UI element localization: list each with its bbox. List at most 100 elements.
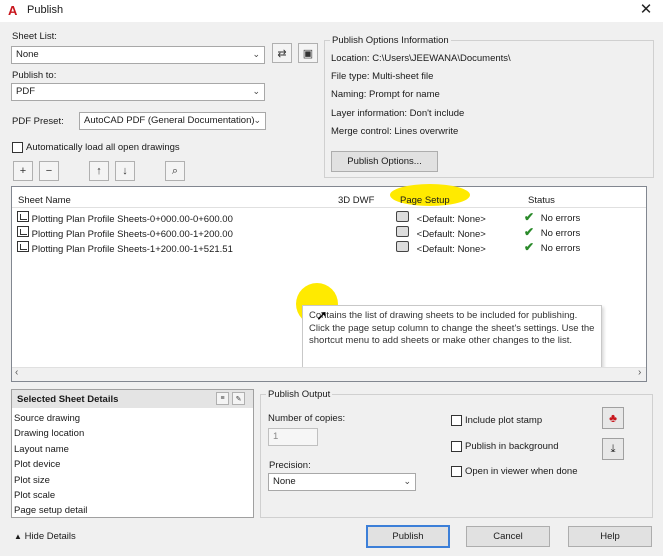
- details-item: Source drawing: [14, 413, 81, 424]
- window-title: Publish: [27, 4, 64, 16]
- move-down-icon[interactable]: ↓: [115, 161, 135, 181]
- status-text: No errors: [540, 228, 581, 239]
- sheet-name: Plotting Plan Profile Sheets-0+600.00-1+…: [31, 229, 233, 240]
- auto-load-label: Automatically load all open drawings: [26, 142, 180, 153]
- info-layer: Layer information: Don't include: [331, 108, 465, 119]
- scroll-right-icon[interactable]: ›: [638, 367, 641, 378]
- info-merge: Merge control: Lines overwrite: [331, 126, 459, 137]
- close-icon[interactable]: ✕: [637, 1, 655, 19]
- chevron-down-icon: ⌄: [252, 86, 260, 96]
- copies-value: 1: [273, 431, 279, 442]
- page-setup-cell[interactable]: <Default: None>: [396, 241, 486, 255]
- sheet-icon: [17, 211, 29, 222]
- publish-options-button[interactable]: Publish Options...: [331, 151, 438, 172]
- publish-background-checkbox[interactable]: [451, 441, 462, 452]
- load-sheet-list-icon[interactable]: ⇄: [272, 43, 292, 63]
- open-viewer-label: Open in viewer when done: [465, 466, 578, 477]
- pdf-preset-value: AutoCAD PDF (General Documentation): [84, 115, 255, 126]
- chevron-down-icon: ⌄: [252, 49, 260, 59]
- details-item: Drawing location: [14, 428, 85, 439]
- table-row[interactable]: Plotting Plan Profile Sheets-0+600.00-1+…: [17, 226, 233, 240]
- details-edit-icon[interactable]: ✎: [232, 392, 245, 405]
- check-icon: ✔: [524, 225, 535, 239]
- publish-output-title: Publish Output: [266, 389, 333, 400]
- open-viewer-checkbox[interactable]: [451, 466, 462, 477]
- mouse-cursor-icon: ➚: [316, 307, 328, 323]
- header-divider: [12, 207, 646, 208]
- col-sheet-name[interactable]: Sheet Name: [18, 195, 71, 206]
- publish-background-label: Publish in background: [465, 441, 559, 452]
- info-location: Location: C:\Users\JEEWANA\Documents\: [331, 53, 511, 64]
- chevron-down-icon: ⌄: [403, 476, 411, 486]
- copies-label: Number of copies:: [268, 413, 346, 424]
- sheet-list-label: Sheet List:: [12, 31, 57, 42]
- hide-details-label: Hide Details: [24, 531, 76, 542]
- precision-dropdown[interactable]: None ⌄: [268, 473, 416, 491]
- details-item: Plot device: [14, 459, 61, 470]
- table-row[interactable]: Plotting Plan Profile Sheets-0+000.00-0+…: [17, 211, 233, 225]
- info-file-type: File type: Multi-sheet file: [331, 71, 434, 82]
- page-setup-value: <Default: None>: [416, 229, 486, 240]
- preview-icon[interactable]: ⌕: [165, 161, 185, 181]
- publish-to-dropdown[interactable]: PDF ⌄: [11, 83, 265, 101]
- check-icon: ✔: [524, 240, 535, 254]
- triangle-up-icon: ▲: [14, 532, 22, 541]
- col-status[interactable]: Status: [528, 195, 555, 206]
- status-cell: ✔ No errors: [524, 225, 580, 239]
- details-item: Plot scale: [14, 490, 56, 501]
- page-setup-cell[interactable]: <Default: None>: [396, 211, 486, 225]
- publish-to-value: PDF: [16, 86, 35, 97]
- precision-value: None: [273, 476, 296, 487]
- move-up-icon[interactable]: ↑: [89, 161, 109, 181]
- horizontal-scrollbar[interactable]: [12, 367, 646, 381]
- page-setup-value: <Default: None>: [416, 214, 486, 225]
- table-row[interactable]: Plotting Plan Profile Sheets-1+200.00-1+…: [17, 241, 233, 255]
- scroll-left-icon[interactable]: ‹: [15, 367, 18, 378]
- col-page-setup[interactable]: Page Setup: [400, 195, 450, 206]
- plot-stamp-settings-icon[interactable]: ♣: [602, 407, 624, 429]
- details-item: Plot size: [14, 475, 50, 486]
- precision-label: Precision:: [269, 460, 311, 471]
- remove-sheets-icon[interactable]: −: [39, 161, 59, 181]
- hide-details-toggle[interactable]: ▲ Hide Details: [14, 531, 76, 542]
- save-sheet-list-icon[interactable]: ▣: [298, 43, 318, 63]
- printer-icon: [396, 211, 409, 222]
- sheet-list-dropdown[interactable]: None ⌄: [11, 46, 265, 64]
- details-item: Layout name: [14, 444, 69, 455]
- background-settings-icon[interactable]: ⤓: [602, 438, 624, 460]
- sheet-name: Plotting Plan Profile Sheets-0+000.00-0+…: [31, 214, 233, 225]
- check-icon: ✔: [524, 210, 535, 224]
- publish-to-label: Publish to:: [12, 70, 57, 81]
- printer-icon: [396, 241, 409, 252]
- pdf-preset-dropdown[interactable]: AutoCAD PDF (General Documentation) ⌄: [79, 112, 266, 130]
- title-bar: [0, 0, 663, 22]
- include-stamp-checkbox[interactable]: [451, 415, 462, 426]
- details-title: Selected Sheet Details: [17, 394, 119, 405]
- sheet-name: Plotting Plan Profile Sheets-1+200.00-1+…: [31, 244, 233, 255]
- sheet-icon: [17, 241, 29, 252]
- status-cell: ✔ No errors: [524, 210, 580, 224]
- status-text: No errors: [540, 213, 581, 224]
- info-naming: Naming: Prompt for name: [331, 89, 440, 100]
- sheet-list-value: None: [16, 49, 39, 60]
- cancel-button[interactable]: Cancel: [466, 526, 550, 547]
- copies-stepper[interactable]: 1: [268, 428, 318, 446]
- chevron-down-icon: ⌄: [253, 115, 261, 125]
- details-item: Page setup detail: [14, 505, 88, 516]
- publish-button[interactable]: Publish: [366, 525, 450, 548]
- status-text: No errors: [540, 243, 581, 254]
- details-list-icon[interactable]: ≡: [216, 392, 229, 405]
- page-setup-value: <Default: None>: [416, 244, 486, 255]
- autocad-logo-icon: A: [8, 3, 18, 18]
- col-3d-dwf[interactable]: 3D DWF: [338, 195, 374, 206]
- printer-icon: [396, 226, 409, 237]
- sheet-icon: [17, 226, 29, 237]
- help-button[interactable]: Help: [568, 526, 652, 547]
- include-stamp-label: Include plot stamp: [465, 415, 543, 426]
- add-sheets-icon[interactable]: +: [13, 161, 33, 181]
- publish-options-title: Publish Options Information: [330, 35, 451, 46]
- status-cell: ✔ No errors: [524, 240, 580, 254]
- page-setup-cell[interactable]: <Default: None>: [396, 226, 486, 240]
- pdf-preset-label: PDF Preset:: [12, 116, 64, 127]
- auto-load-checkbox[interactable]: [12, 142, 23, 153]
